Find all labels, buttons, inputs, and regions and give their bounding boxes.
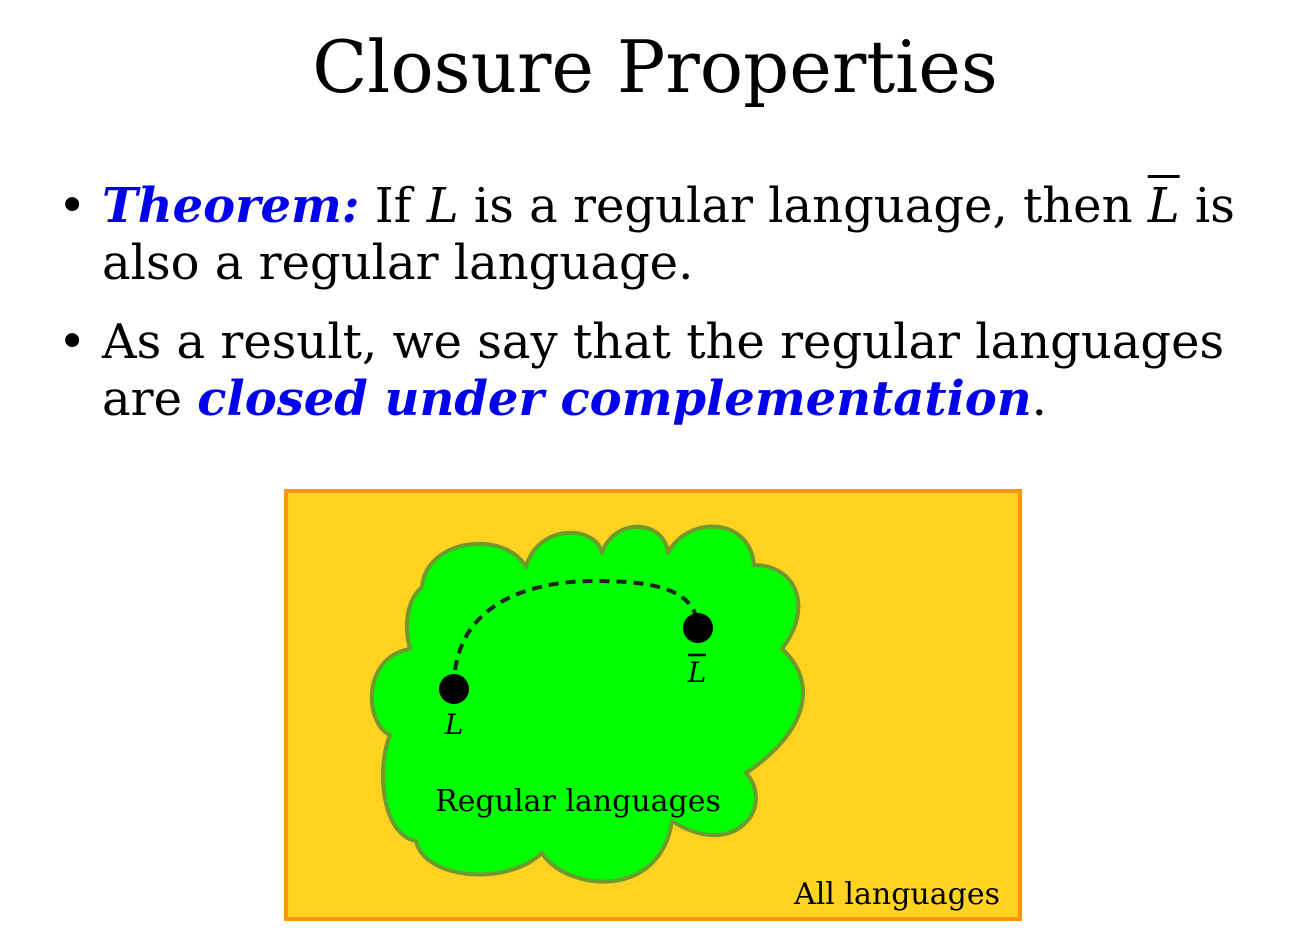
theorem-var-l: L [426, 178, 459, 234]
result-text-2: . [1031, 371, 1047, 427]
slide-title: Closure Properties [312, 25, 998, 109]
theorem-label: Theorem: [102, 178, 360, 234]
bullet-result: • As a result, we say that the regular l… [58, 314, 1288, 428]
node-l-complement [683, 613, 713, 643]
node-l-complement-label: L [687, 656, 707, 689]
theorem-text-2: is a regular language, then [458, 178, 1148, 234]
result-emphasis: closed under complementation [197, 371, 1032, 427]
bullet-list: • Theorem: If L is a regular language, t… [58, 178, 1288, 450]
bullet-dot-icon: • [58, 314, 87, 370]
theorem-text-1: If [359, 178, 427, 234]
theorem-var-l-complement: L [1147, 178, 1180, 234]
bullet-theorem: • Theorem: If L is a regular language, t… [58, 178, 1288, 292]
closure-diagram: L L Regular languages All languages [284, 489, 1022, 921]
node-l [439, 674, 469, 704]
node-l-label: L [444, 708, 464, 741]
regular-languages-label: Regular languages [435, 784, 721, 819]
bullet-dot-icon: • [58, 178, 87, 234]
all-languages-label: All languages [793, 877, 1000, 912]
